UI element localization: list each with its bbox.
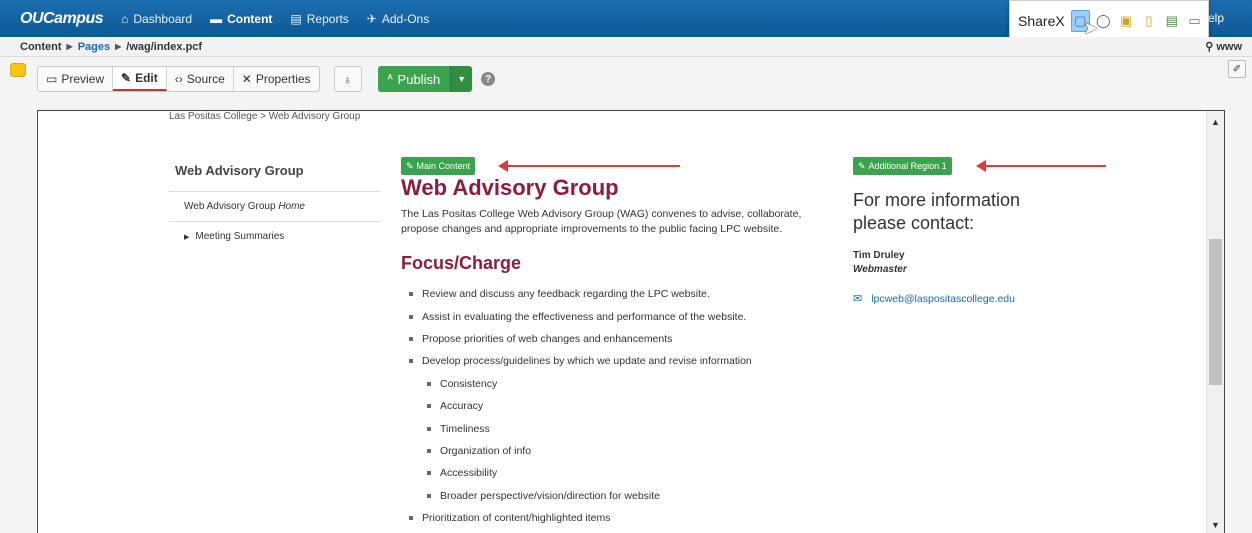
page-preview-frame: Las Positas College > Web Advisory Group… [37, 110, 1225, 533]
breadcrumb: Content ▶ Pages ▶ /wag/index.pcf [0, 37, 1252, 57]
page-intro: The Las Positas College Web Advisory Gro… [401, 208, 802, 235]
caret-down-icon: ▼ [457, 74, 467, 84]
annotation-arrow [976, 160, 1106, 172]
scroll-down-icon[interactable]: ▼ [1211, 520, 1220, 530]
preview-button[interactable]: ▭ Preview [38, 67, 114, 91]
page-toolbar: ▭ Preview ✎ Edit ‹› Source ✕ Properties ♁ ᴬP… [37, 66, 496, 92]
sidebar-nav: Web Advisory Group Home ▶ Meeting Summari… [169, 191, 381, 251]
page-title: Web Advisory Group [401, 175, 619, 200]
preview-scrollbar[interactable]: ▲ ▼ [1206, 111, 1224, 533]
sticky-note-icon[interactable] [10, 63, 26, 77]
envelope-icon: ✉ [853, 293, 863, 305]
contact-email-link[interactable]: ✉ lpcweb@laspositascollege.edu [853, 292, 1015, 306]
publish-icon: ᴬ [387, 73, 393, 85]
properties-button[interactable]: ✕ Properties [234, 67, 319, 91]
breadcrumb-content[interactable]: Content [20, 41, 62, 53]
list-item: Timeliness [401, 417, 752, 439]
source-button[interactable]: ‹› Source [167, 67, 234, 91]
home-icon: ⌂ [121, 11, 129, 26]
sharex-toolbar: ShareX ▢ ◯ ▣ ▯ ▤ ▭ [1009, 0, 1209, 42]
tools-icon: ✕ [241, 72, 252, 86]
list-item: Organization of info [401, 440, 752, 462]
code-icon: ‹› [174, 72, 183, 86]
brand-logo[interactable]: OUCampus [20, 10, 104, 28]
pin-icon: ✈ [366, 11, 377, 26]
breadcrumb-pages[interactable]: Pages [78, 41, 110, 53]
scroll-up-icon[interactable]: ▲ [1211, 117, 1220, 127]
report-icon: ▤ [290, 11, 302, 26]
sharex-label: ShareX [1018, 13, 1065, 29]
pin-toggle-icon[interactable]: ✐ [1228, 60, 1246, 78]
contact-heading: For more information please contact: [853, 190, 1021, 233]
nav-reports[interactable]: ▤ Reports [290, 12, 348, 26]
scroll-thumb[interactable] [1209, 239, 1222, 385]
pencil-icon: ✎ [121, 71, 132, 85]
main-content-region-button[interactable]: ✎ Main Content [401, 157, 476, 175]
additional-region-button[interactable]: ✎ Additional Region 1 [853, 157, 952, 175]
list-item: Consistency [401, 373, 752, 395]
folder-icon: ▬ [210, 11, 223, 26]
list-item: Assist in evaluating the effectiveness a… [401, 305, 752, 327]
upload-icon[interactable]: ▭ [1185, 10, 1204, 32]
location-icon: ⚲ [1205, 41, 1214, 53]
publish-dropdown-button[interactable]: ▼ [450, 66, 473, 92]
nav-addons[interactable]: ✈ Add-Ons [367, 12, 429, 26]
sidebar-item-meeting-summaries[interactable]: ▶ Meeting Summaries [169, 221, 381, 251]
caret-right-icon: ▶ [184, 233, 190, 241]
nav-dashboard[interactable]: ⌂ Dashboard [121, 12, 192, 26]
view-mode-group: ▭ Preview ✎ Edit ‹› Source ✕ Properties [37, 66, 320, 92]
screen-capture-icon[interactable]: ▣ [1117, 10, 1136, 32]
focus-heading: Focus/Charge [401, 253, 522, 273]
sidebar-item-home[interactable]: Web Advisory Group Home [169, 191, 381, 221]
breadcrumb-path: /wag/index.pcf [126, 40, 203, 53]
sidebar-title: Web Advisory Group [175, 163, 304, 178]
focus-list: Review and discuss any feedback regardin… [401, 283, 752, 529]
clipboard-icon[interactable]: ▯ [1139, 10, 1158, 32]
chevron-right-icon: ▶ [66, 42, 73, 51]
nav-content[interactable]: ▬ Content [210, 12, 272, 26]
edit-button[interactable]: ✎ Edit [113, 67, 167, 91]
list-item: Review and discuss any feedback regardin… [401, 283, 752, 305]
list-item: Accuracy [401, 395, 752, 417]
monitor-icon: ▭ [46, 72, 58, 86]
list-item: Propose priorities of web changes and en… [401, 328, 752, 350]
publish-group: ᴬ Publish ▼ [377, 66, 473, 92]
help-question-icon[interactable]: ? [481, 72, 496, 86]
list-item: Accessibility [401, 462, 752, 484]
mouse-cursor-icon: ➤ [1083, 18, 1099, 38]
pencil-icon: ✎ [406, 160, 414, 171]
pencil-icon: ✎ [858, 160, 866, 171]
list-item: Develop process/guidelines by which we u… [401, 350, 752, 372]
lightbulb-icon[interactable]: ♁ [333, 66, 362, 92]
annotation-arrow [498, 160, 680, 172]
site-indicator[interactable]: ⚲ www [1205, 40, 1242, 53]
list-item: Prioritization of content/highlighted it… [401, 507, 752, 529]
document-icon[interactable]: ▤ [1162, 10, 1181, 32]
contact-name: Tim Druley [853, 250, 905, 261]
contact-role: Webmaster [853, 264, 907, 275]
list-item: Broader perspective/vision/direction for… [401, 485, 752, 507]
chevron-right-icon: ▶ [115, 42, 122, 51]
site-breadcrumb[interactable]: Las Positas College > Web Advisory Group [169, 111, 360, 122]
publish-button[interactable]: ᴬ Publish [377, 66, 451, 92]
